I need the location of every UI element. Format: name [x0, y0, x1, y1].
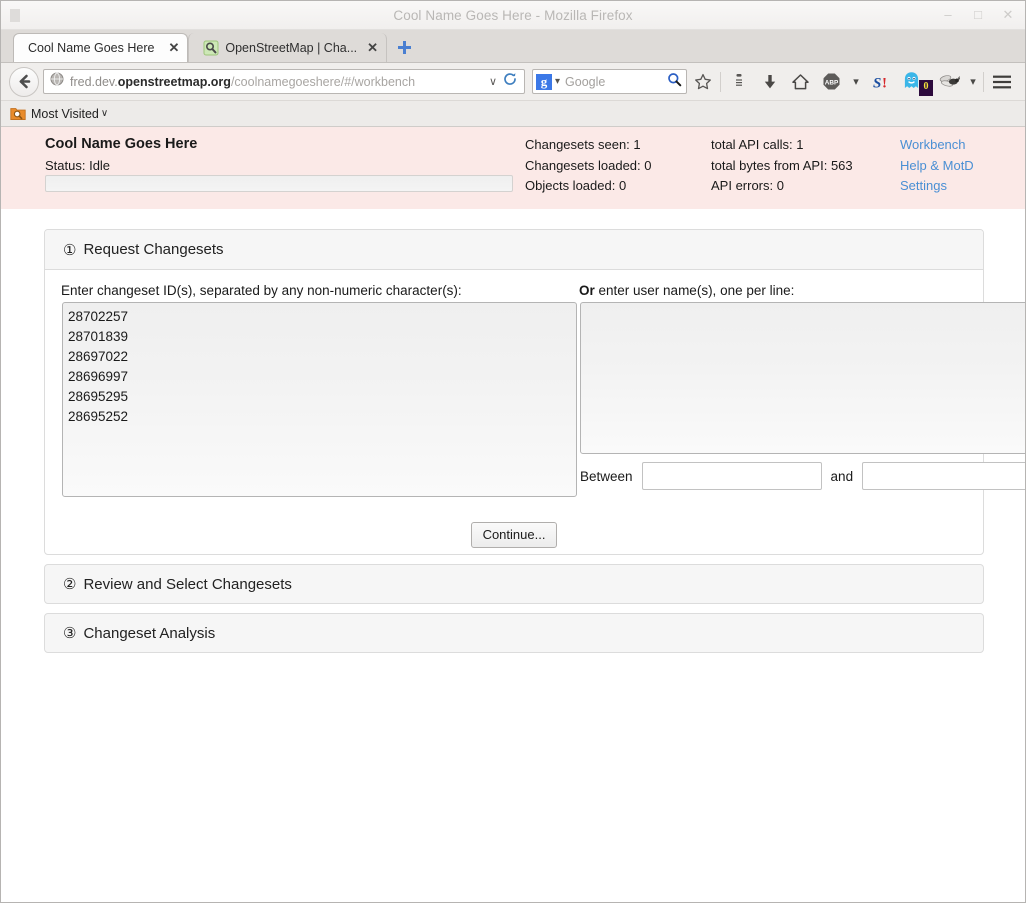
back-button[interactable] — [9, 66, 39, 97]
url-prefix: fred.dev. — [70, 74, 118, 89]
url-dropdown-icon[interactable]: ∨ — [486, 75, 500, 88]
between-label: Between — [580, 468, 633, 484]
search-magnifier-icon[interactable] — [667, 72, 682, 92]
search-box[interactable]: g ▾ Google — [532, 69, 687, 94]
close-button[interactable]: ✕ — [1001, 7, 1015, 23]
home-icon[interactable] — [785, 67, 816, 97]
download-arrow-icon[interactable] — [754, 67, 785, 97]
stat-total-bytes: total bytes from API: 563 — [711, 157, 853, 173]
bookmark-star-icon[interactable] — [687, 67, 718, 97]
section-3-title: Changeset Analysis — [83, 624, 216, 642]
url-text: fred.dev.openstreetmap.org/coolnamegoesh… — [70, 75, 486, 89]
app-status-text: Status: Idle — [45, 158, 111, 173]
most-visited-folder-icon — [10, 106, 26, 121]
menu-hamburger-icon[interactable] — [986, 67, 1017, 97]
app-title: Cool Name Goes Here — [45, 136, 198, 152]
between-from-input[interactable] — [641, 462, 822, 490]
google-favicon-icon: g — [536, 73, 552, 90]
section-2-title: Review and Select Changesets — [83, 575, 292, 593]
continue-button-wrapper: Continue... — [45, 522, 983, 548]
ghostery-badge: 0 — [919, 79, 933, 96]
stat-changesets-loaded: Changesets loaded: 0 — [525, 157, 652, 173]
user-names-label-rest: enter user name(s), one per line: — [594, 283, 795, 298]
svg-text:ABP: ABP — [825, 80, 839, 87]
section-2-number: ② — [63, 576, 77, 593]
app-header-banner: Cool Name Goes Here Status: Idle Changes… — [1, 127, 1025, 209]
svg-text:!: ! — [882, 75, 887, 91]
tab-openstreetmap[interactable]: OpenStreetMap | Cha... ✕ — [188, 33, 388, 62]
header-links: Workbench Help & MotD Settings — [900, 135, 974, 197]
url-path: /coolnamegoeshere/#/workbench — [230, 74, 416, 89]
section-3-number: ③ — [63, 625, 77, 642]
osm-magnifier-icon — [203, 40, 219, 56]
continue-button[interactable]: Continue... — [470, 522, 558, 548]
section-1-number: ① — [63, 241, 77, 259]
search-input[interactable]: Google — [565, 75, 667, 89]
adblock-chevron-icon[interactable]: ▾ — [847, 67, 865, 97]
stat-objects-loaded: Objects loaded: 0 — [525, 178, 627, 194]
section-changeset-analysis: ③ Changeset Analysis — [44, 613, 984, 653]
plus-icon — [397, 41, 411, 54]
back-arrow-icon — [19, 74, 30, 89]
tab-cool-name-goes-here[interactable]: Cool Name Goes Here ✕ — [13, 33, 189, 62]
tab-label: Cool Name Goes Here — [28, 41, 155, 55]
new-tab-button[interactable] — [391, 33, 417, 62]
tab-label: OpenStreetMap | Cha... — [225, 40, 358, 55]
stat-total-api-calls: total API calls: 1 — [711, 137, 804, 152]
tab-close-icon[interactable]: ✕ — [367, 41, 378, 54]
and-label: and — [830, 468, 854, 484]
section-3-header[interactable]: ③ Changeset Analysis — [45, 614, 983, 652]
url-bar[interactable]: fred.dev.openstreetmap.org/coolnamegoesh… — [43, 69, 525, 94]
reload-icon[interactable] — [500, 72, 520, 91]
section-1-header[interactable]: ① Request Changesets — [45, 230, 983, 269]
user-names-label-bold: Or — [579, 283, 595, 298]
bookmarks-bar: Most Visited ∨ — [1, 101, 1025, 127]
link-workbench[interactable]: Workbench — [900, 135, 974, 156]
section-request-changesets: ① Request Changesets Enter changeset ID(… — [44, 229, 1025, 555]
ghostery-icon[interactable]: 0 — [896, 67, 934, 97]
stats-column-api: total API calls: 1 total bytes from API:… — [711, 135, 853, 197]
bookmark-most-visited[interactable]: Most Visited ∨ — [10, 106, 108, 121]
section-1-title: Request Changesets — [83, 241, 224, 258]
page-content: Cool Name Goes Here Status: Idle Changes… — [1, 127, 1025, 902]
bookmark-chevron-icon[interactable]: ∨ — [101, 108, 108, 119]
section-1-body: Enter changeset ID(s), separated by any … — [45, 269, 1025, 554]
url-domain: openstreetmap.org — [117, 74, 231, 89]
fly-chevron-icon[interactable]: ▾ — [965, 67, 981, 97]
stumbleupon-icon[interactable]: S ! — [865, 67, 896, 97]
window-title: Cool Name Goes Here - Mozilla Firefox — [393, 8, 633, 23]
link-help-motd[interactable]: Help & MotD — [900, 156, 974, 177]
maximize-button[interactable]: □ — [971, 7, 985, 23]
section-review-select-changesets: ② Review and Select Changesets — [44, 564, 984, 604]
title-bar: Cool Name Goes Here - Mozilla Firefox – … — [1, 1, 1025, 30]
section-2-header[interactable]: ② Review and Select Changesets — [45, 565, 983, 603]
bookmark-label: Most Visited — [31, 106, 99, 121]
stat-api-errors: API errors: 0 — [711, 178, 784, 194]
link-settings[interactable]: Settings — [900, 176, 974, 197]
navigation-toolbar: fred.dev.openstreetmap.org/coolnamegoesh… — [1, 63, 1025, 101]
stat-changesets-seen: Changesets seen: 1 — [525, 137, 641, 152]
window-controls: – □ ✕ — [941, 7, 1015, 23]
changeset-ids-label: Enter changeset ID(s), separated by any … — [61, 283, 462, 298]
toolbar-separator — [720, 71, 721, 92]
toolbar-separator-2 — [983, 71, 984, 92]
user-names-label: Or enter user name(s), one per line: — [579, 283, 794, 298]
tab-close-icon[interactable]: ✕ — [168, 41, 179, 54]
user-names-textarea[interactable] — [580, 302, 1025, 454]
tab-strip: Cool Name Goes Here ✕ OpenStreetMap | Ch… — [1, 30, 1025, 63]
accordion: ① Request Changesets Enter changeset ID(… — [1, 209, 1025, 653]
svg-text:S: S — [873, 75, 881, 91]
browser-window: Cool Name Goes Here - Mozilla Firefox – … — [0, 0, 1026, 903]
search-engine-chevron-icon[interactable]: ▾ — [555, 76, 560, 87]
fly-icon[interactable] — [934, 67, 965, 97]
globe-icon — [50, 72, 65, 91]
progress-bar — [45, 175, 513, 192]
changeset-ids-textarea[interactable]: 28702257 28701839 28697022 28696997 2869… — [62, 302, 577, 497]
minimize-button[interactable]: – — [941, 7, 955, 23]
reader-list-icon[interactable] — [723, 67, 754, 97]
adblock-plus-icon[interactable]: ABP — [816, 67, 847, 97]
between-to-input[interactable] — [862, 462, 1025, 490]
date-range-row: Between and — [580, 462, 1025, 490]
stats-column-changesets: Changesets seen: 1 Changesets loaded: 0 … — [525, 135, 651, 197]
